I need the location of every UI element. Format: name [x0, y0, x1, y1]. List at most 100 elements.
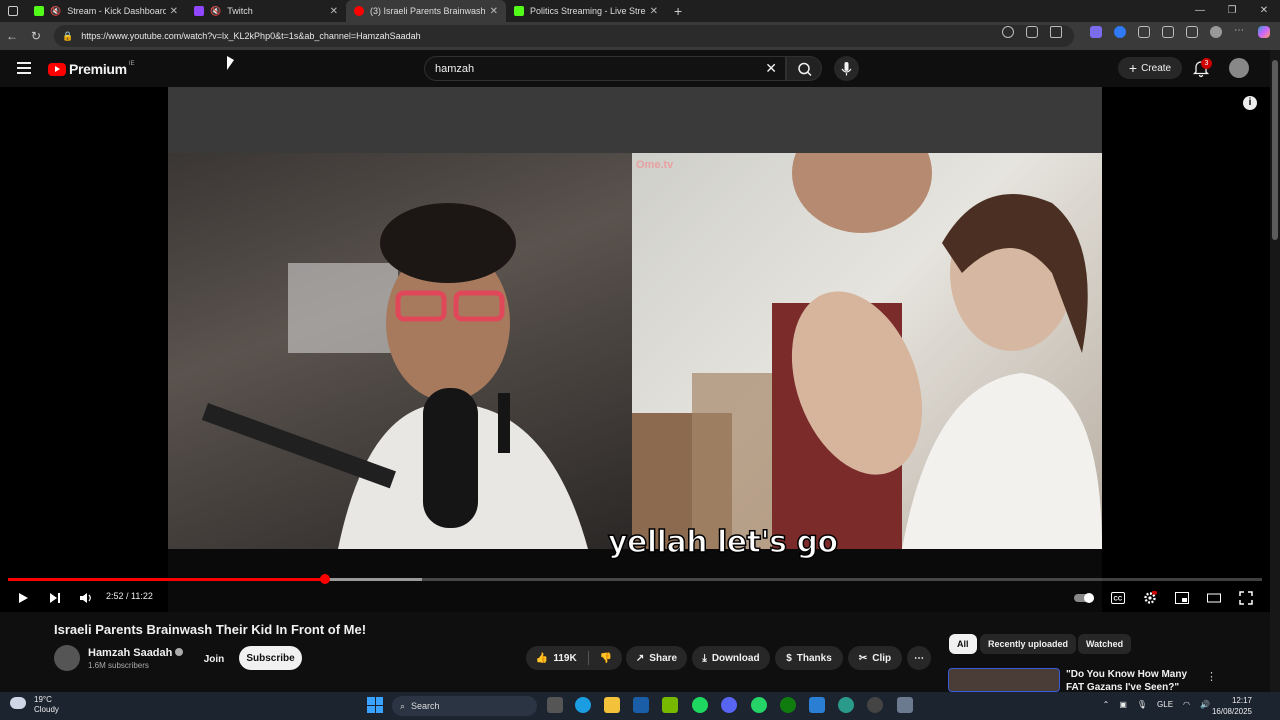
- edge-icon[interactable]: [575, 697, 591, 713]
- obs-icon[interactable]: [867, 697, 883, 713]
- settings-button[interactable]: [1141, 589, 1159, 607]
- settings-app-icon[interactable]: [897, 697, 913, 713]
- join-button[interactable]: Join: [196, 647, 232, 671]
- weather-widget[interactable]: 19°C Cloudy: [10, 695, 59, 715]
- search-value: hamzah: [435, 62, 475, 75]
- tray-app-icon[interactable]: ▣: [1119, 700, 1127, 709]
- download-button[interactable]: ⤓ Download: [692, 646, 770, 670]
- autoplay-toggle[interactable]: [1074, 589, 1096, 607]
- video-player[interactable]: Ome.tv yellah let's go: [0, 87, 1270, 612]
- clear-search-icon[interactable]: ✕: [765, 60, 777, 77]
- next-button[interactable]: [46, 589, 64, 607]
- channel-avatar[interactable]: [54, 645, 80, 671]
- read-aloud-icon[interactable]: [1002, 26, 1014, 38]
- channel-name-link[interactable]: Hamzah Saadah: [88, 647, 184, 659]
- menu-icon[interactable]: [17, 62, 31, 77]
- copilot-icon[interactable]: [1258, 26, 1270, 38]
- xbox-icon[interactable]: [780, 697, 796, 713]
- subscribe-button[interactable]: Subscribe: [239, 646, 302, 670]
- search-button[interactable]: [786, 56, 822, 81]
- refresh-icon[interactable]: ↻: [24, 29, 48, 43]
- file-explorer-icon[interactable]: [604, 697, 620, 713]
- search-input[interactable]: hamzah ✕: [424, 56, 786, 81]
- tab-youtube-video[interactable]: (3) Israeli Parents Brainwash Their ✕: [346, 0, 506, 22]
- restore-icon[interactable]: ❐: [1216, 0, 1248, 22]
- app-icon[interactable]: [838, 697, 854, 713]
- close-tab-icon[interactable]: ✕: [490, 6, 498, 17]
- app-available-icon[interactable]: [1026, 26, 1038, 38]
- share-label: Share: [649, 652, 678, 664]
- address-bar[interactable]: 🔒 https://www.youtube.com/watch?v=lx_KL2…: [54, 25, 1074, 47]
- info-icon[interactable]: i: [1243, 96, 1257, 110]
- close-tab-icon[interactable]: ✕: [650, 6, 658, 17]
- youtube-masthead: Premium IE hamzah ✕ + Create: [0, 50, 1280, 87]
- extensions-icon[interactable]: [1138, 26, 1150, 38]
- voice-search-button[interactable]: [834, 56, 859, 81]
- task-view-icon[interactable]: [547, 697, 563, 713]
- like-button[interactable]: 👍 119K: [536, 653, 577, 664]
- miniplayer-button[interactable]: [1173, 589, 1191, 607]
- extension-1-icon[interactable]: [1090, 26, 1102, 38]
- weather-condition: Cloudy: [34, 705, 59, 714]
- browser-essentials-icon[interactable]: [1162, 26, 1174, 38]
- account-avatar[interactable]: [1229, 58, 1249, 78]
- language-indicator[interactable]: GLE: [1157, 700, 1173, 709]
- discord-icon[interactable]: [721, 697, 737, 713]
- tab-politics-streaming[interactable]: Politics Streaming - Live Streams ✕: [506, 0, 666, 22]
- back-icon[interactable]: ←: [0, 29, 24, 43]
- tab-kick-dashboard[interactable]: 🔇 Stream - Kick Dashboard ✕: [26, 0, 186, 22]
- close-window-icon[interactable]: ✕: [1248, 0, 1280, 22]
- video-progress-bar[interactable]: [8, 574, 1262, 584]
- scrollbar-thumb[interactable]: [1272, 60, 1278, 240]
- create-button[interactable]: + Create: [1118, 57, 1182, 79]
- site-info-icon[interactable]: 🔒: [62, 31, 73, 42]
- taskbar-search[interactable]: ⌕ Search: [392, 696, 537, 716]
- fullscreen-button[interactable]: [1237, 589, 1255, 607]
- new-tab-icon[interactable]: +: [674, 3, 682, 19]
- more-actions-button[interactable]: ⋯: [907, 646, 931, 670]
- microphone-tray-icon[interactable]: 🎙: [1137, 700, 1147, 709]
- recommended-video-title[interactable]: "Do You Know How Many FAT Gazans I've Se…: [1066, 668, 1206, 692]
- page-scrollbar[interactable]: [1270, 50, 1280, 692]
- close-tab-icon[interactable]: ✕: [170, 6, 178, 17]
- more-options-icon[interactable]: ⋯: [1234, 26, 1246, 38]
- spotify-icon[interactable]: [692, 697, 708, 713]
- photos-icon[interactable]: [809, 697, 825, 713]
- nvidia-icon[interactable]: [662, 697, 678, 713]
- steam-icon[interactable]: [633, 697, 649, 713]
- extension-2-icon[interactable]: [1114, 26, 1126, 38]
- recommended-video-thumbnail[interactable]: [948, 668, 1060, 692]
- share-button[interactable]: ↗ Share: [626, 646, 687, 670]
- start-button[interactable]: [367, 697, 383, 713]
- favorites-icon[interactable]: [1186, 26, 1198, 38]
- show-hidden-icons-icon[interactable]: ⌃: [1103, 700, 1110, 709]
- whatsapp-icon[interactable]: [751, 697, 767, 713]
- chip-label: All: [957, 639, 969, 649]
- chip-recently-uploaded[interactable]: Recently uploaded: [980, 634, 1077, 654]
- workspaces-icon[interactable]: [8, 6, 18, 16]
- youtube-premium-logo[interactable]: Premium IE: [48, 61, 134, 77]
- clip-button[interactable]: ✂ Clip: [848, 646, 902, 670]
- download-label: Download: [711, 652, 760, 664]
- thanks-button[interactable]: $ Thanks: [775, 646, 843, 670]
- youtube-play-icon: [48, 62, 66, 76]
- tab-twitch[interactable]: 🔇 Twitch ✕: [186, 0, 346, 22]
- chip-watched[interactable]: Watched: [1078, 634, 1132, 654]
- speaker-muted-icon[interactable]: 🔇: [210, 6, 221, 17]
- profile-icon[interactable]: [1210, 26, 1222, 38]
- close-tab-icon[interactable]: ✕: [330, 6, 338, 17]
- more-vertical-icon[interactable]: ⋮: [1206, 670, 1217, 683]
- dislike-button[interactable]: 👎: [600, 653, 612, 664]
- speaker-muted-icon[interactable]: 🔇: [50, 6, 61, 17]
- wifi-icon[interactable]: ◠: [1183, 700, 1190, 709]
- chip-all[interactable]: All: [949, 634, 977, 654]
- subtitles-button[interactable]: CC: [1109, 589, 1127, 607]
- play-button[interactable]: [14, 589, 32, 607]
- minimize-icon[interactable]: —: [1184, 0, 1216, 22]
- taskbar-clock[interactable]: 12:17 16/08/2025: [1212, 695, 1252, 717]
- speaker-icon[interactable]: 🔊: [1200, 700, 1210, 709]
- theater-mode-button[interactable]: [1205, 589, 1223, 607]
- svg-text:CC: CC: [1114, 597, 1123, 603]
- favorite-star-icon[interactable]: [1050, 26, 1062, 38]
- mute-button[interactable]: [77, 589, 95, 607]
